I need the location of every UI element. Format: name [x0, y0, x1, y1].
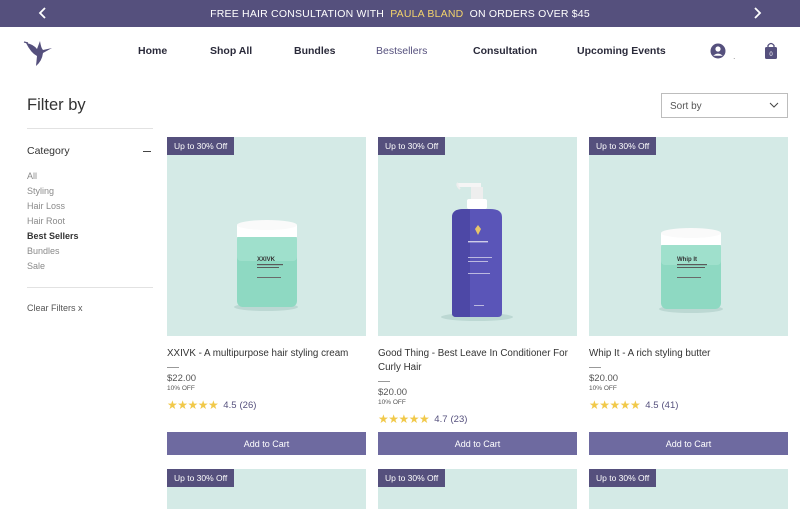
product-rating[interactable]: ★★★★★ 4.5 (26) — [167, 398, 256, 412]
category-all[interactable]: All — [27, 171, 37, 181]
divider — [589, 367, 601, 368]
discount-badge: Up to 30% Off — [378, 137, 446, 155]
category-bundles[interactable]: Bundles — [27, 246, 60, 256]
product-discount: 10% OFF — [167, 385, 195, 392]
discount-badge: Up to 30% Off — [167, 469, 235, 487]
add-to-cart-button[interactable]: Add to Cart — [378, 432, 577, 455]
main-nav: Home Shop All Bundles Bestsellers Consul… — [0, 27, 800, 77]
nav-consultation[interactable]: Consultation — [473, 45, 537, 57]
product-price: $20.00 — [589, 373, 619, 384]
star-icons: ★★★★★ — [378, 412, 430, 426]
product-image[interactable]: XXIVK Up to 30% Off — [167, 137, 366, 336]
divider — [378, 381, 390, 382]
announcement-bar: FREE HAIR CONSULTATION WITH PAULA BLAND … — [0, 0, 800, 27]
jar-illustration: Whip It — [659, 228, 723, 313]
product-image[interactable]: Up to 30% Off — [378, 137, 577, 336]
nav-shop-all[interactable]: Shop All — [210, 45, 252, 57]
add-to-cart-button[interactable]: Add to Cart — [167, 432, 366, 455]
jar-label: XXIVK — [257, 257, 276, 263]
sort-dropdown[interactable]: Sort by — [661, 93, 788, 118]
product-name[interactable]: Whip It - A rich styling butter — [589, 347, 788, 361]
product-price: $20.00 — [378, 387, 408, 398]
category-hair-root[interactable]: Hair Root — [27, 216, 65, 226]
chevron-down-icon — [769, 102, 779, 108]
category-best-sellers[interactable]: Best Sellers — [27, 231, 79, 241]
filter-divider — [27, 128, 153, 129]
product-discount: 10% OFF — [378, 399, 406, 406]
filter-title: Filter by — [27, 96, 86, 114]
chevron-left-icon[interactable] — [34, 4, 52, 22]
category-styling[interactable]: Styling — [27, 186, 54, 196]
nav-home[interactable]: Home — [138, 45, 167, 57]
nav-bestsellers[interactable]: Bestsellers — [376, 45, 427, 57]
category-heading[interactable]: Category — [27, 145, 70, 157]
category-hair-loss[interactable]: Hair Loss — [27, 201, 65, 211]
product-card[interactable]: Up to 30% Off — [589, 469, 788, 509]
product-card[interactable]: Up to 30% Off — [167, 469, 366, 509]
jar-illustration: XXIVK — [234, 220, 298, 311]
star-icons: ★★★★★ — [589, 398, 641, 412]
discount-badge: Up to 30% Off — [589, 137, 657, 155]
product-discount: 10% OFF — [589, 385, 617, 392]
product-card[interactable]: Up to 30% Off — [378, 469, 577, 509]
clear-filters-button[interactable]: Clear Filters x — [27, 303, 83, 313]
shopping-bag-icon[interactable]: 0 — [764, 42, 778, 60]
product-rating[interactable]: ★★★★★ 4.5 (41) — [589, 398, 678, 412]
announcement-text: FREE HAIR CONSULTATION WITH PAULA BLAND … — [210, 7, 590, 20]
announcement-highlight: PAULA BLAND — [390, 7, 464, 20]
product-image[interactable]: Whip It Up to 30% Off — [589, 137, 788, 336]
minus-icon[interactable] — [143, 151, 151, 152]
discount-badge: Up to 30% Off — [589, 469, 657, 487]
discount-badge: Up to 30% Off — [378, 469, 446, 487]
nav-bundles[interactable]: Bundles — [294, 45, 335, 57]
site-header: Home Shop All Bundles Bestsellers Consul… — [0, 27, 800, 77]
add-to-cart-button[interactable]: Add to Cart — [589, 432, 788, 455]
divider — [167, 367, 179, 368]
filter-divider — [27, 287, 153, 288]
star-icons: ★★★★★ — [167, 398, 219, 412]
user-menu-dot: . — [733, 51, 736, 61]
category-sale[interactable]: Sale — [27, 261, 45, 271]
sort-label: Sort by — [670, 101, 702, 112]
product-name[interactable]: Good Thing - Best Leave In Conditioner F… — [378, 347, 577, 375]
discount-badge: Up to 30% Off — [167, 137, 235, 155]
bottle-illustration — [441, 182, 513, 321]
jar-label: Whip It — [677, 257, 697, 263]
nav-upcoming-events[interactable]: Upcoming Events — [577, 45, 666, 57]
product-name[interactable]: XXIVK - A multipurpose hair styling crea… — [167, 347, 366, 361]
user-icon[interactable] — [710, 43, 726, 59]
chevron-right-icon[interactable] — [748, 4, 766, 22]
product-rating[interactable]: ★★★★★ 4.7 (23) — [378, 412, 467, 426]
close-icon: x — [78, 303, 83, 313]
product-price: $22.00 — [167, 373, 197, 384]
